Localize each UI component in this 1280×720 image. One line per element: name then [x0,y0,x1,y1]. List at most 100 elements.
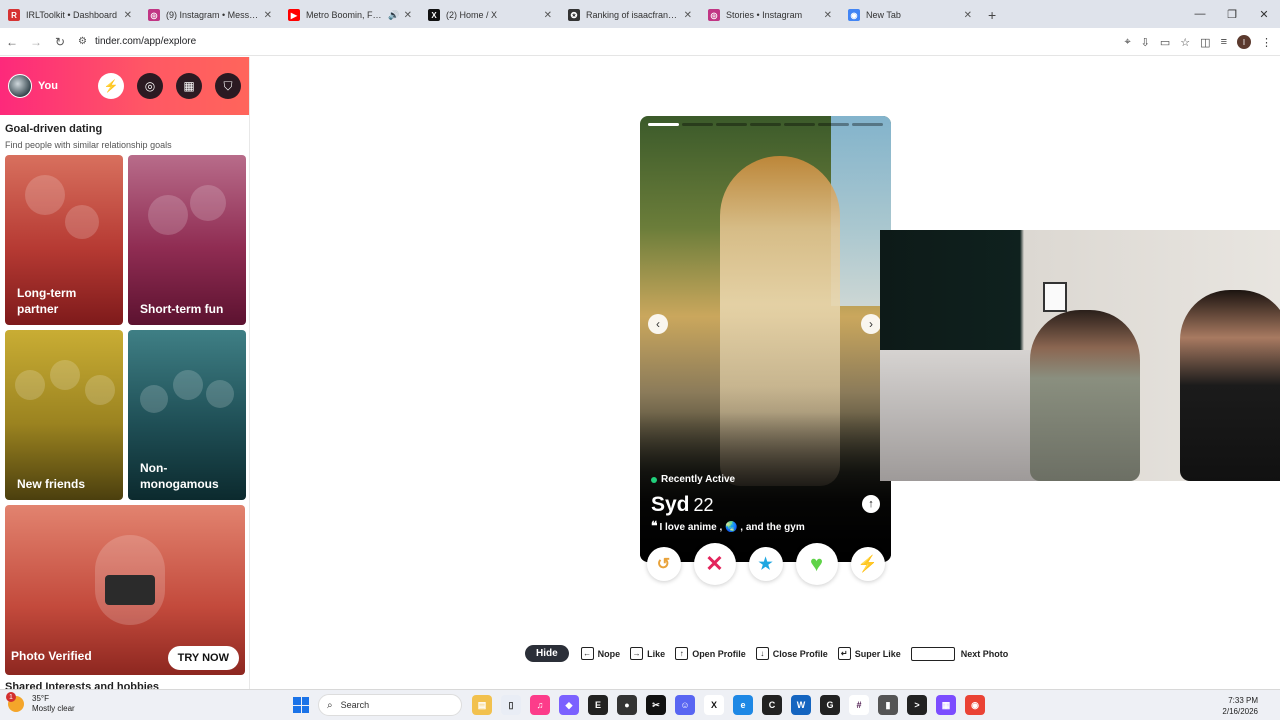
install-app-icon[interactable]: ⇩ [1141,36,1150,49]
explore-compass-icon[interactable]: ◎ [137,73,163,99]
back-icon[interactable]: ← [0,35,24,49]
windows-start-icon[interactable] [293,697,309,713]
discord-icon[interactable]: ☺ [675,695,695,715]
goal-label: New friends [17,477,86,491]
notepad-icon[interactable]: ▯ [501,695,521,715]
sidepanel-icon[interactable]: ◫ [1200,36,1210,49]
photo-progress-segment [852,123,883,126]
new-tab-button[interactable]: + [988,2,996,28]
forward-icon[interactable]: → [24,35,48,49]
tab-title: (9) Instagram • Messages [166,10,260,20]
hint-nope: ← Nope [580,647,620,660]
goal-card-long-term[interactable]: Long-term partner [5,155,123,325]
photo-progress-segment [682,123,713,126]
minimize-icon[interactable]: — [1184,8,1216,20]
nope-button[interactable]: ✕ [693,543,736,585]
search-icon: ⌕ [327,699,333,711]
weather-widget[interactable]: 1 35°F Mostly clear [6,692,75,714]
tab-title: Ranking of isaacfrancis | B [586,10,680,20]
hide-hints-button[interactable]: Hide [525,645,569,662]
hint-close-profile: ↓ Close Profile [755,647,828,660]
profile-avatar[interactable]: I [1237,35,1251,49]
briefcase-icon[interactable]: ▦ [176,73,202,99]
tab-audio-icon[interactable]: 🔊 [388,10,399,21]
browser-tab[interactable]: ◎ Stories • Instagram ✕ [700,2,840,28]
irltoolkit-icon: R [8,9,20,21]
site-info-icon[interactable]: ⚙ [78,36,87,47]
photo-verified-card[interactable]: Photo Verified TRY NOW [5,505,245,675]
media-control-icon[interactable]: ≡ [1221,36,1227,48]
shield-icon[interactable]: ⛉ [215,73,241,99]
close-tab-icon[interactable]: ✕ [684,10,692,21]
capcut-icon[interactable]: ✂ [646,695,666,715]
menu-kebab-icon[interactable]: ⋮ [1261,36,1272,49]
try-now-button[interactable]: TRY NOW [167,646,239,670]
chrome-taskbar-icon[interactable]: ◉ [965,695,985,715]
cod-icon[interactable]: C [762,695,782,715]
file-explorer-icon[interactable]: ▤ [472,695,492,715]
profile-name: Syd 22 [651,493,714,516]
browser-tab[interactable]: ✪ Ranking of isaacfrancis | B ✕ [560,2,700,28]
discord-like-icon[interactable]: ◆ [559,695,579,715]
system-clock[interactable]: 7:33 PM 2/16/2026 [1222,695,1258,717]
browser-tab[interactable]: ▶ Metro Boomin, Future 🔊 ✕ [280,2,420,28]
temperature: 35°F [32,694,49,703]
browser-tab[interactable]: X (2) Home / X ✕ [420,2,560,28]
photo-progress-segment [818,123,849,126]
quote-icon: ❝ [651,519,658,533]
browser-tab[interactable]: ◉ New Tab ✕ [840,2,980,28]
close-window-icon[interactable]: ✕ [1248,8,1280,21]
left-arrow-key-icon: ← [580,647,594,660]
close-tab-icon[interactable]: ✕ [824,10,832,21]
you-label[interactable]: You [38,80,58,92]
close-tab-icon[interactable]: ✕ [124,10,132,21]
open-profile-arrow-icon[interactable]: ↑ [862,495,880,513]
terminal-icon[interactable]: > [907,695,927,715]
photo-progress-segment [648,123,679,126]
reload-icon[interactable]: ↻ [48,35,72,49]
boost-button[interactable]: ⚡ [850,547,885,581]
device-icon[interactable]: ▮ [878,695,898,715]
obs-icon[interactable]: ● [617,695,637,715]
goal-card-new-friends[interactable]: New friends [5,330,123,500]
profile-card[interactable]: ‹ › Recently Active Syd 22 ❝ I love anime … [640,116,891,562]
edge-icon[interactable]: e [733,695,753,715]
goal-card-non-monogamous[interactable]: Non- monogamous [128,330,246,500]
tab-strip: R IRLToolkit • Dashboard ✕ ◎ (9) Instagram •… [0,2,980,384]
epic-games-icon[interactable]: E [588,695,608,715]
super-like-button[interactable]: ★ [748,547,783,581]
webcam-overlay [880,230,1280,481]
close-tab-icon[interactable]: ✕ [544,10,552,21]
x-app-icon[interactable]: X [704,695,724,715]
close-tab-icon[interactable]: ✕ [264,10,272,21]
word-icon[interactable]: W [791,695,811,715]
github-icon[interactable]: G [820,695,840,715]
restore-icon[interactable]: ❐ [1216,8,1248,21]
taskbar-apps: ▤ ▯ ♫ ◆ E ● ✂ ☺ X e C W G # ▮ > ▦ ◉ [472,695,985,715]
card-icon[interactable]: ▭ [1160,36,1170,49]
grid-app-icon[interactable]: ▦ [936,695,956,715]
previous-photo-arrow-icon[interactable]: ‹ [648,314,668,334]
next-photo-arrow-icon[interactable]: › [861,314,881,334]
like-button[interactable]: ♥ [795,543,838,585]
tab-title: IRLToolkit • Dashboard [26,10,118,20]
close-tab-icon[interactable]: ✕ [964,10,972,21]
rewind-button[interactable]: ↺ [646,547,681,581]
user-avatar[interactable] [8,74,32,98]
boost-icon[interactable]: ⚡ [98,73,124,99]
bookmark-star-icon[interactable]: ☆ [1180,36,1190,49]
taskbar-search[interactable]: ⌕ Search [318,694,462,716]
itunes-icon[interactable]: ♫ [530,695,550,715]
slack-icon[interactable]: # [849,695,869,715]
browser-tab[interactable]: R IRLToolkit • Dashboard ✕ [0,2,140,28]
close-tab-icon[interactable]: ✕ [404,10,412,21]
browser-tab[interactable]: ◎ (9) Instagram • Messages ✕ [140,2,280,28]
goal-card-short-term[interactable]: Short-term fun [128,155,246,325]
down-arrow-key-icon: ↓ [755,647,769,660]
location-icon[interactable]: ⌖ [1124,36,1130,49]
url-field[interactable]: ⚙ tinder.com/app/explore [78,36,196,47]
browser-tab-bar: R IRLToolkit • Dashboard ✕ ◎ (9) Instagram •… [0,0,1280,384]
tab-title: Stories • Instagram [726,10,803,20]
instagram-icon: ◎ [148,9,160,21]
streamer-left [1030,310,1140,481]
